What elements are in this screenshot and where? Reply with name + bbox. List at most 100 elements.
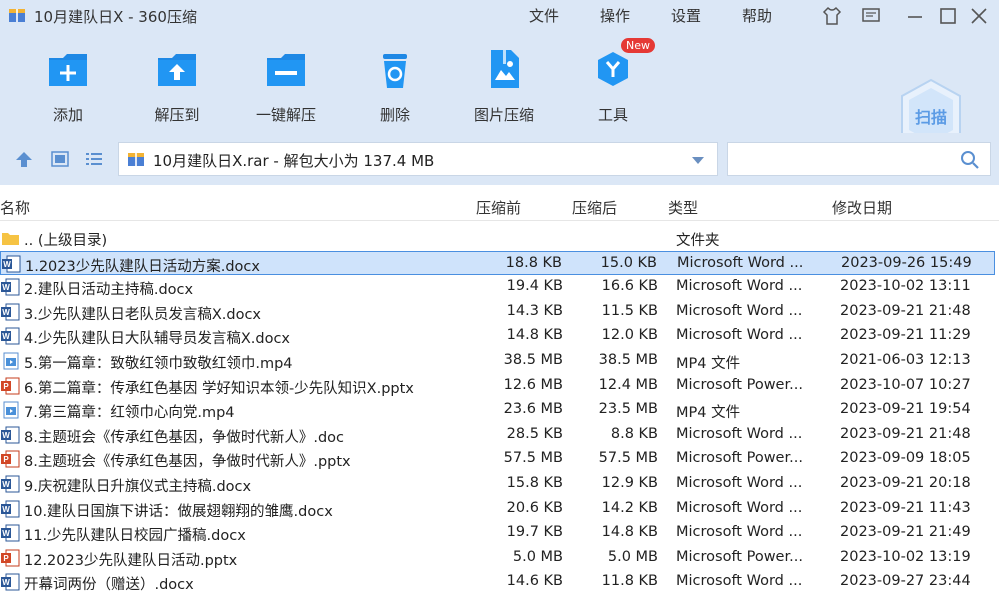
skin-shirt-icon[interactable] [821,5,843,27]
file-compressed-size: 14.2 KB [601,499,658,516]
file-packed-size: 38.5 MB [503,352,563,368]
file-row[interactable]: W 9.庆祝建队日升旗仪式主持稿.docx 15.8 KB 12.9 KB Micros… [0,472,995,496]
file-row[interactable]: W 1.2023少先队建队日活动方案.docx 18.8 KB 15.0 KB Micr… [0,250,995,275]
add-button[interactable]: 添加 [28,46,108,125]
file-row[interactable]: W 开幕词两份（赠送）.docx 14.6 KB 11.8 KB Microsoft W… [0,570,995,594]
tools-label: 工具 [597,106,628,124]
file-row[interactable]: W 8.主题班会《传承红色基因，争做时代新人》.doc 28.5 KB 8.8 KB M… [0,423,995,447]
file-type: Microsoft Word ... [676,524,803,541]
word-doc-icon: W [2,255,21,273]
column-name[interactable]: 名称 [0,197,30,218]
file-type: Microsoft Word ... [676,499,803,516]
parent-directory-row[interactable]: .. (上级目录) 文件夹 [0,226,995,250]
image-compress-label: 图片压缩 [473,106,534,124]
parent-name: .. (上级目录) [24,233,108,249]
file-row[interactable]: 5.第一篇章：致敬红领巾致敬红领巾.mp4 38.5 MB 38.5 MB MP4 文… [0,349,995,373]
column-modified[interactable]: 修改日期 [832,197,892,218]
svg-text:W: W [2,283,10,292]
archive-file-icon [128,153,144,166]
file-compressed-size: 12.4 MB [598,376,658,393]
close-icon[interactable] [968,5,990,27]
svg-text:P: P [3,554,9,563]
file-compressed-size: 38.5 MB [598,352,658,368]
folder-icon [2,233,19,245]
file-name: 8.主题班会《传承红色基因，争做时代新人》.pptx [24,454,351,471]
column-type[interactable]: 类型 [668,197,698,218]
file-compressed-size: 12.0 KB [601,327,658,344]
file-packed-size: 19.7 KB [506,524,563,541]
file-modified-date: 2023-10-07 10:27 [840,376,971,393]
file-modified-date: 2023-09-21 19:54 [840,401,971,418]
video-file-icon [1,401,20,419]
file-name: 1.2023少先队建队日活动方案.docx [25,258,260,275]
file-row[interactable]: W 3.少先队建队日老队员发言稿X.docx 14.3 KB 11.5 KB Micro… [0,300,995,324]
address-bar[interactable]: 10月建队日X.rar - 解包大小为 137.4 MB [118,142,718,176]
menu-settings[interactable]: 设置 [671,5,701,26]
file-row[interactable]: 7.第三篇章：红领巾心向党.mp4 23.6 MB 23.5 MB MP4 文件 202… [0,398,995,422]
file-modified-date: 2023-09-09 18:05 [840,450,971,467]
file-row[interactable]: W 11.少先队建队日校园广播稿.docx 19.7 KB 14.8 KB Micros… [0,521,995,545]
extract-to-button[interactable]: 解压到 [137,46,217,125]
file-modified-date: 2023-09-21 21:48 [840,425,971,442]
word-doc-icon: W [1,500,20,518]
file-packed-size: 19.4 KB [506,278,563,295]
powerpoint-icon: P [1,450,20,468]
file-row[interactable]: W 2.建队日活动主持稿.docx 19.4 KB 16.6 KB Microsoft … [0,275,995,299]
menu-file[interactable]: 文件 [529,5,559,26]
tools-button[interactable]: 工具 New [573,38,655,125]
svg-text:W: W [2,308,10,317]
feedback-icon[interactable] [860,5,882,27]
chevron-down-icon[interactable] [689,151,707,169]
file-type: Microsoft Word ... [676,302,803,319]
svg-text:W: W [2,332,10,341]
archive-app-icon [9,9,25,22]
word-doc-icon: W [1,426,20,444]
svg-text:W: W [2,505,10,514]
svg-text:W: W [2,480,10,489]
list-view-icon[interactable] [84,150,104,168]
word-doc-icon: W [1,475,20,493]
image-compress-button[interactable]: 图片压缩 [464,46,544,125]
svg-text:W: W [2,578,10,587]
file-row[interactable]: W 10.建队日国旗下讲话：做展翅翱翔的雏鹰.docx 20.6 KB 14.2 KB… [0,497,995,521]
file-packed-size: 15.8 KB [506,475,563,491]
svg-text:P: P [3,382,9,391]
menu-help[interactable]: 帮助 [742,5,772,26]
search-input[interactable] [727,142,991,176]
maximize-icon[interactable] [937,5,959,27]
search-icon[interactable] [960,150,980,170]
file-compressed-size: 5.0 MB [607,548,658,565]
file-row[interactable]: W 4.少先队建队日大队辅导员发言稿X.docx 14.8 KB 12.0 KB Mic… [0,324,995,348]
svg-text:W: W [2,431,10,440]
scan-label: 扫描 [914,108,947,127]
minimize-icon[interactable] [904,5,926,27]
svg-text:W: W [3,260,11,269]
column-size[interactable]: 压缩后 [572,197,617,218]
thumbnail-view-icon[interactable] [50,150,70,168]
file-name: 11.少先队建队日校园广播稿.docx [24,528,246,545]
file-type: Microsoft Word ... [676,327,803,344]
file-compressed-size: 14.8 KB [601,524,658,541]
file-compressed-size: 16.6 KB [601,278,658,295]
file-name: 3.少先队建队日老队员发言稿X.docx [24,306,262,323]
delete-button[interactable]: 删除 [355,46,435,125]
file-modified-date: 2023-09-21 21:49 [840,524,971,541]
file-type: Microsoft Power... [676,450,803,467]
one-click-extract-button[interactable]: 一键解压 [246,46,326,125]
file-name: 8.主题班会《传承红色基因，争做时代新人》.doc [24,429,344,446]
file-modified-date: 2023-09-21 11:43 [840,499,971,516]
file-compressed-size: 11.8 KB [601,573,658,590]
file-modified-date: 2023-10-02 13:19 [840,548,971,565]
file-packed-size: 28.5 KB [506,425,563,442]
menu-operation[interactable]: 操作 [600,5,630,26]
file-row[interactable]: P 6.第二篇章：传承红色基因 学好知识本领-少先队知识X.pptx 12.6 MB… [0,374,995,398]
word-doc-icon: W [1,278,20,296]
up-arrow-icon[interactable] [14,150,34,168]
column-packed[interactable]: 压缩前 [476,197,521,218]
parent-type: 文件夹 [676,233,720,249]
address-row: 10月建队日X.rar - 解包大小为 137.4 MB [0,133,999,185]
file-row[interactable]: P 8.主题班会《传承红色基因，争做时代新人》.pptx 57.5 MB 57.5 M… [0,447,995,471]
file-row[interactable]: P 12.2023少先队建队日活动.pptx 5.0 MB 5.0 MB Microso… [0,546,995,570]
file-modified-date: 2023-09-26 15:49 [841,254,972,271]
svg-text:W: W [2,529,10,538]
